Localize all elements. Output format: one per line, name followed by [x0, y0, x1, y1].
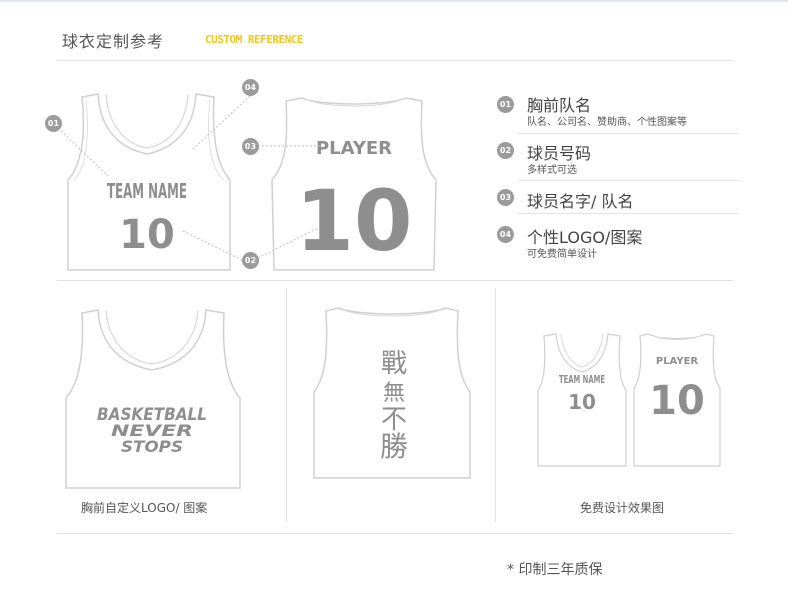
- caption-preview: 免费设计效果图: [580, 501, 665, 515]
- feature-desc: 多样式可选: [527, 165, 577, 176]
- feature-desc: 可免费简单设计: [527, 249, 597, 260]
- caption-logo: 胸前自定义LOGO/ 图案: [81, 501, 208, 515]
- logo-line-3: STOPS: [121, 437, 183, 456]
- preview-team-name: TEAM NAME: [559, 373, 605, 386]
- preview-jersey-front: TEAM NAME 10: [537, 333, 627, 467]
- preview-player-name: PLAYER: [656, 356, 699, 367]
- feature-badge: 04: [497, 226, 514, 243]
- feature-badge: 03: [497, 189, 514, 206]
- feature-title: 球员名字/ 队名: [527, 192, 634, 211]
- jersey-logo-example: BASKETBALL NEVER STOPS: [65, 309, 241, 489]
- callout-badge-02: 02: [242, 252, 259, 269]
- feature-divider: [518, 133, 739, 134]
- calligraphy-char-4: 勝: [380, 430, 408, 463]
- callout-lines: [60, 95, 322, 261]
- preview-number-front: 10: [568, 390, 596, 414]
- gallery-divider: [286, 288, 287, 522]
- feature-badge: 02: [497, 142, 514, 159]
- calligraphy-char-2: 無: [383, 381, 405, 406]
- warranty-note: * 印制三年质保: [507, 562, 603, 578]
- feature-badge: 01: [497, 96, 514, 113]
- feature-divider: [518, 213, 739, 214]
- gallery-divider: [495, 288, 496, 522]
- jersey-calligraphy-example: 戰 無 不 勝: [313, 307, 471, 479]
- callout-badge-03: 03: [242, 138, 259, 155]
- section-divider: [57, 280, 733, 281]
- feature-divider: [518, 180, 739, 181]
- feature-desc: 队名、公司名、赞助商、个性图案等: [527, 117, 687, 128]
- calligraphy-char-1: 戰: [381, 349, 407, 379]
- callout-badge-01: 01: [45, 115, 62, 132]
- callout-badge-04: 04: [242, 79, 259, 96]
- preview-number-back: 10: [649, 378, 705, 424]
- footer-divider: [57, 533, 733, 534]
- preview-jersey-back: PLAYER 10: [633, 333, 721, 467]
